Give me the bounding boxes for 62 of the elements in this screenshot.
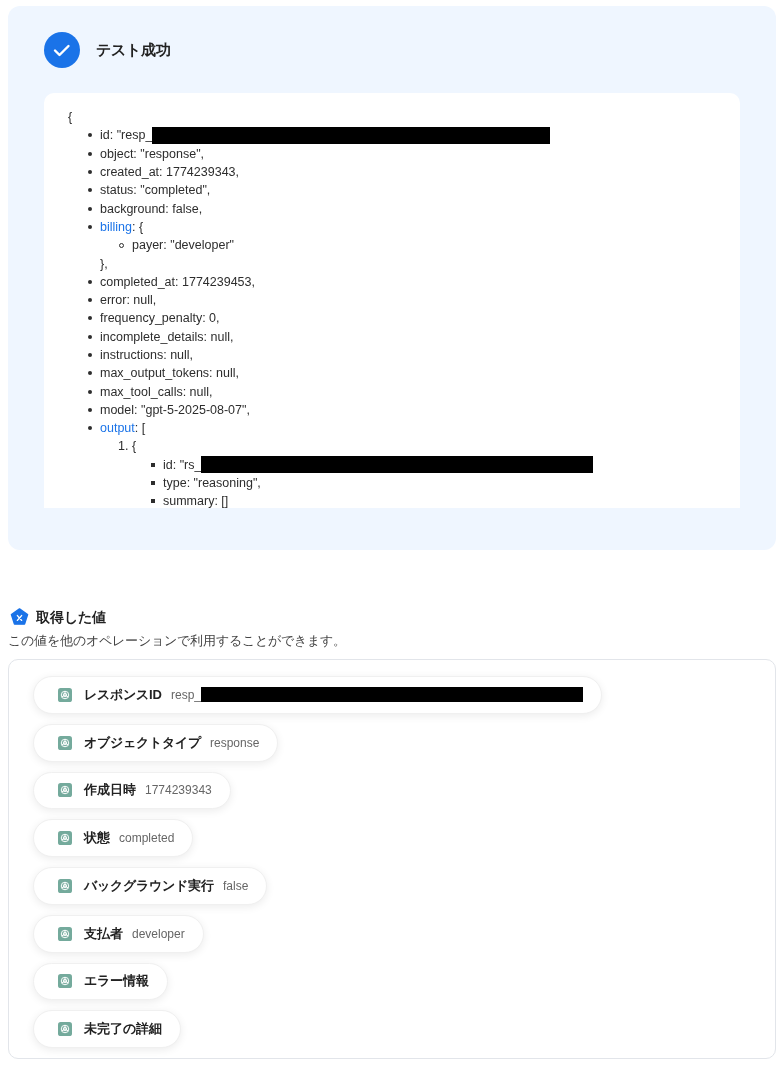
knot-icon xyxy=(58,735,72,750)
bullet-icon xyxy=(88,151,92,156)
value-chip[interactable]: レスポンスID resp_ xyxy=(33,676,603,714)
value-chip[interactable]: 作成日時 1774239343 xyxy=(33,771,231,810)
code-text: frequency_penalty: 0, xyxy=(100,311,220,326)
code-text: created_at: 1774239343, xyxy=(100,165,239,180)
knot-icon xyxy=(58,831,72,846)
value-chip[interactable]: オブジェクトタイプ response xyxy=(33,723,279,762)
variable-icon xyxy=(10,608,29,627)
section-description: この値を他のオペレーションで利用することができます。 xyxy=(8,633,347,650)
knot-icon xyxy=(58,974,72,989)
value-chip[interactable]: バックグラウンド実行 false xyxy=(33,867,268,905)
code-text: status: "completed", xyxy=(100,183,211,198)
value-chip[interactable]: エラー情報 xyxy=(33,962,168,1001)
bullet-icon xyxy=(88,206,92,211)
bullet-icon xyxy=(151,462,155,467)
bullet-icon xyxy=(88,279,92,284)
bullet-icon xyxy=(88,188,92,193)
code-text: }, xyxy=(100,256,108,271)
code-text: summary: [] xyxy=(163,494,229,508)
code-text: instructions: null, xyxy=(100,348,194,362)
bullet-icon xyxy=(88,426,92,431)
bullet-icon xyxy=(88,170,92,175)
value-chip[interactable]: 未完了の詳細 xyxy=(33,1010,181,1048)
bullet-icon xyxy=(151,481,155,486)
code-text: id: "rs_ xyxy=(163,457,202,472)
code-text: max_output_tokens: null, xyxy=(100,366,239,381)
knot-icon xyxy=(58,1022,72,1037)
knot-icon xyxy=(58,878,72,893)
value-chip[interactable]: 支払者 developer xyxy=(33,914,204,953)
code-text: type: "reasoning", xyxy=(163,476,261,491)
bullet-icon xyxy=(88,224,92,229)
code-text: object: "response", xyxy=(100,146,205,161)
value-chip[interactable]: 状態 completed xyxy=(33,819,194,857)
code-text: error: null, xyxy=(100,293,157,308)
code-text: model: "gpt-5-2025-08-07", xyxy=(100,402,250,417)
code-text: completed_at: 1774239453, xyxy=(100,274,255,289)
code-text: id: "resp_ xyxy=(100,128,153,143)
bullet-icon xyxy=(88,353,92,357)
code-text: background: false, xyxy=(100,201,203,216)
bullet-icon xyxy=(88,133,92,138)
knot-icon xyxy=(58,687,72,702)
code-text: output: [ xyxy=(100,421,146,436)
code-text: { xyxy=(68,110,73,125)
code-text: 1. { xyxy=(118,439,137,454)
code-key[interactable]: billing xyxy=(100,219,132,234)
section-title: 取得した値 xyxy=(36,608,106,627)
bullet-icon xyxy=(151,499,155,504)
bullet-icon xyxy=(88,407,92,412)
bullet-icon xyxy=(88,389,92,394)
knot-icon xyxy=(58,783,72,798)
result-title: テスト成功 xyxy=(96,40,171,60)
bullet-icon xyxy=(88,334,92,339)
knot-icon xyxy=(58,926,72,941)
bullet-icon xyxy=(88,298,92,303)
code-key[interactable]: output xyxy=(100,421,135,436)
bullet-icon xyxy=(88,316,92,321)
bullet-icon xyxy=(88,371,92,376)
code-text: payer: "developer" xyxy=(132,238,234,253)
code-text: max_tool_calls: null, xyxy=(100,384,213,399)
code-text: billing: { xyxy=(100,219,144,234)
code-text: incomplete_details: null, xyxy=(100,329,234,344)
